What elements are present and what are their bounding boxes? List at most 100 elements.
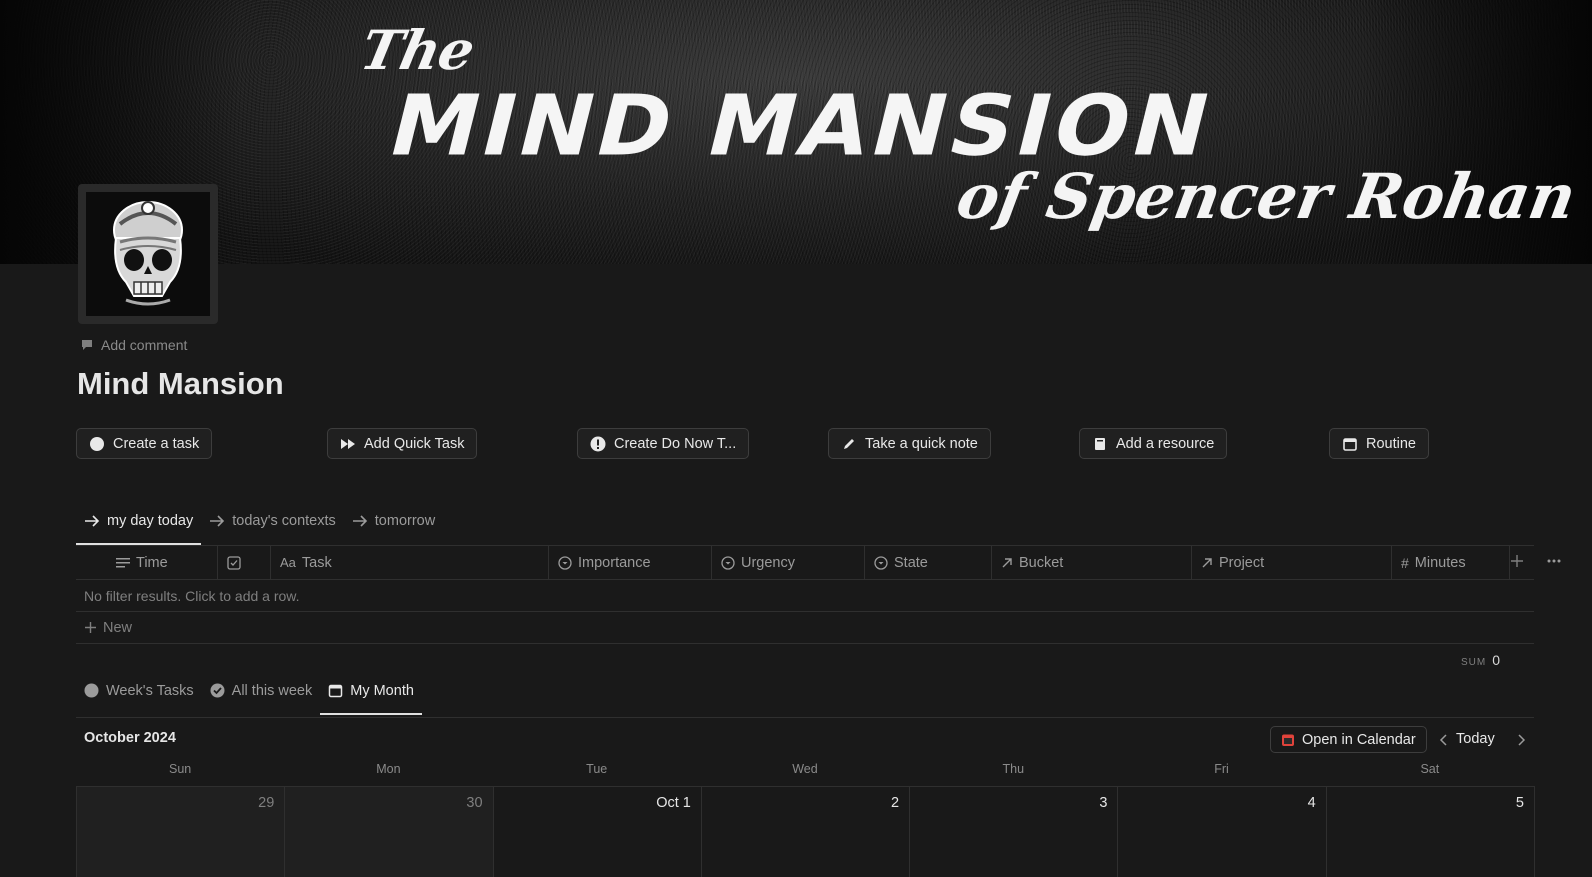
fast-forward-icon bbox=[340, 436, 356, 452]
tab-label: my day today bbox=[107, 512, 194, 529]
sum-summary[interactable]: SUM 0 bbox=[1461, 652, 1500, 668]
column-label: Urgency bbox=[741, 554, 795, 571]
more-options-icon[interactable] bbox=[1546, 554, 1562, 573]
calendar-week-row: 29 30 Oct 1 2 3 4 5 bbox=[76, 786, 1535, 877]
add-comment-label: Add comment bbox=[101, 337, 188, 353]
today-button[interactable]: Today bbox=[1456, 731, 1495, 747]
calendar-day-cell[interactable]: Oct 1 bbox=[494, 787, 702, 877]
arrow-right-icon bbox=[210, 514, 225, 527]
check-circle-icon bbox=[210, 683, 225, 698]
column-state[interactable]: State bbox=[865, 546, 992, 579]
add-quick-task-label: Add Quick Task bbox=[364, 435, 465, 452]
add-resource-button[interactable]: Add a resource bbox=[1079, 428, 1228, 459]
calendar-icon bbox=[1342, 436, 1358, 452]
take-quick-note-button[interactable]: Take a quick note bbox=[828, 428, 991, 459]
exclamation-icon bbox=[590, 436, 606, 452]
column-bucket[interactable]: Bucket bbox=[992, 546, 1192, 579]
banner-line-the: The bbox=[355, 18, 480, 82]
tab-my-month[interactable]: My Month bbox=[320, 678, 422, 715]
chevron-left-icon bbox=[1439, 734, 1447, 746]
create-do-now-task-button[interactable]: Create Do Now T... bbox=[577, 428, 750, 459]
day-number: 30 bbox=[466, 795, 483, 811]
tab-all-this-week[interactable]: All this week bbox=[202, 678, 321, 715]
column-time[interactable]: Time bbox=[76, 546, 218, 579]
open-in-calendar-button[interactable]: Open in Calendar bbox=[1270, 726, 1427, 753]
cover-banner: The MIND MANSION of Spencer Rohan bbox=[0, 0, 1592, 264]
column-urgency[interactable]: Urgency bbox=[712, 546, 865, 579]
chevron-right-icon bbox=[1518, 734, 1526, 746]
add-comment-button[interactable]: Add comment bbox=[80, 337, 187, 353]
relation-arrow-icon bbox=[1202, 557, 1212, 567]
weekday-label: Mon bbox=[376, 762, 401, 776]
tab-weeks-tasks[interactable]: Week's Tasks bbox=[76, 678, 202, 715]
text-lines-icon bbox=[116, 557, 130, 567]
skull-icon bbox=[86, 192, 210, 316]
column-project[interactable]: Project bbox=[1192, 546, 1392, 579]
view-tabs-calendar: Week's Tasks All this week My Month bbox=[76, 678, 422, 715]
column-label: Task bbox=[301, 554, 332, 571]
calendar-day-cell[interactable]: 30 bbox=[285, 787, 494, 877]
text-type-icon: Aa bbox=[280, 555, 296, 570]
take-quick-note-label: Take a quick note bbox=[865, 435, 978, 452]
calendar-month-label: October 2024 bbox=[84, 730, 176, 746]
next-month-button[interactable] bbox=[1517, 729, 1527, 751]
tab-tomorrow[interactable]: tomorrow bbox=[344, 508, 443, 545]
routine-button[interactable]: Routine bbox=[1329, 428, 1429, 459]
column-task[interactable]: Aa Task bbox=[271, 546, 549, 579]
column-label: Project bbox=[1219, 554, 1265, 571]
page-title[interactable]: Mind Mansion bbox=[77, 366, 284, 402]
calendar-day-cell[interactable]: 29 bbox=[77, 787, 286, 877]
create-task-button[interactable]: Create a task bbox=[76, 428, 213, 459]
calendar-day-cell[interactable]: 2 bbox=[702, 787, 911, 877]
previous-month-button[interactable] bbox=[1438, 729, 1448, 751]
sum-value: 0 bbox=[1492, 652, 1500, 668]
tab-todays-contexts[interactable]: today's contexts bbox=[201, 508, 344, 545]
tab-label: tomorrow bbox=[374, 512, 436, 529]
weekday-label: Fri bbox=[1214, 762, 1229, 776]
add-column-icon[interactable] bbox=[1510, 554, 1524, 573]
day-number: 5 bbox=[1515, 795, 1524, 811]
new-row-button[interactable]: New bbox=[76, 612, 1534, 644]
checkbox-icon bbox=[227, 555, 241, 570]
weekday-label: Wed bbox=[792, 762, 818, 776]
column-label: Minutes bbox=[1414, 554, 1466, 571]
column-checkbox[interactable] bbox=[218, 546, 271, 579]
calendar-day-cell[interactable]: 5 bbox=[1327, 787, 1535, 877]
column-label: Bucket bbox=[1019, 554, 1064, 571]
arrow-right-icon bbox=[352, 514, 367, 527]
page-icon[interactable] bbox=[78, 184, 218, 324]
book-icon bbox=[1092, 436, 1108, 452]
day-number: Oct 1 bbox=[656, 795, 691, 811]
column-label: State bbox=[894, 554, 928, 571]
new-row-label: New bbox=[103, 619, 133, 636]
add-quick-task-button[interactable]: Add Quick Task bbox=[327, 428, 478, 459]
relation-arrow-icon bbox=[1002, 557, 1012, 567]
circle-icon bbox=[89, 436, 105, 452]
tab-label: All this week bbox=[231, 682, 313, 699]
view-tabs-tasks: my day today today's contexts tomorrow bbox=[76, 508, 443, 545]
empty-table-row[interactable]: No filter results. Click to add a row. bbox=[76, 580, 1534, 612]
pencil-icon bbox=[841, 436, 857, 452]
arrow-right-icon bbox=[85, 514, 100, 527]
calendar-day-cell[interactable]: 4 bbox=[1118, 787, 1327, 877]
column-minutes[interactable]: # Minutes bbox=[1392, 546, 1510, 579]
weekday-label: Thu bbox=[1002, 762, 1025, 776]
weekday-label: Tue bbox=[586, 762, 608, 776]
create-task-label: Create a task bbox=[113, 435, 200, 452]
banner-line-subtitle: of Spencer Rohan bbox=[951, 160, 1582, 233]
calendar-app-icon bbox=[1282, 734, 1294, 746]
sum-label: SUM bbox=[1460, 657, 1487, 668]
calendar-day-cell[interactable]: 3 bbox=[910, 787, 1119, 877]
create-do-now-task-label: Create Do Now T... bbox=[614, 435, 737, 452]
comment-icon bbox=[82, 340, 92, 350]
day-number: 3 bbox=[1099, 795, 1108, 811]
column-label: Importance bbox=[578, 554, 651, 571]
weekday-label: Sat bbox=[1420, 762, 1440, 776]
select-icon bbox=[721, 555, 735, 570]
tab-my-day-today[interactable]: my day today bbox=[76, 508, 202, 545]
open-in-calendar-label: Open in Calendar bbox=[1302, 731, 1416, 748]
weekday-header: Sun Mon Tue Wed Thu Fri Sat bbox=[76, 762, 1534, 784]
column-importance[interactable]: Importance bbox=[549, 546, 712, 579]
calendar-icon bbox=[329, 684, 343, 698]
plus-icon bbox=[85, 622, 96, 633]
